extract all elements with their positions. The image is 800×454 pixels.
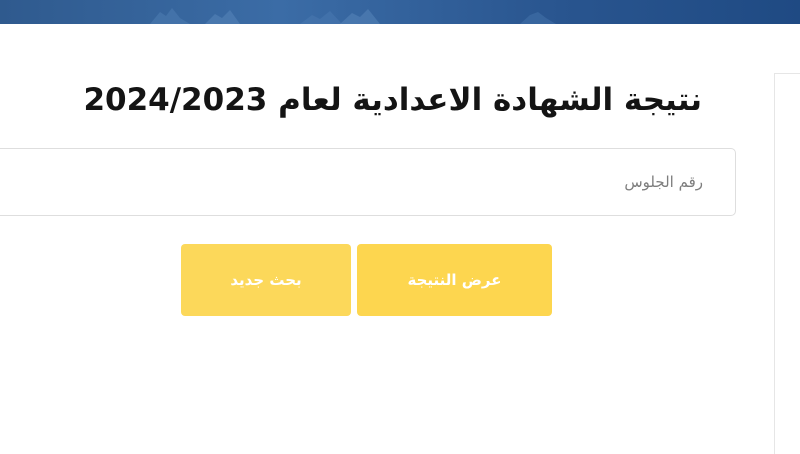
side-panel [774,73,800,454]
seat-number-input[interactable] [0,148,736,216]
new-search-button[interactable]: بحث جديد [181,244,351,316]
show-result-button[interactable]: عرض النتيجة [357,244,552,316]
page-title: نتيجة الشهادة الاعدادية لعام 2024/2023 [83,82,702,118]
top-banner [0,0,800,24]
banner-decoration [150,8,556,24]
